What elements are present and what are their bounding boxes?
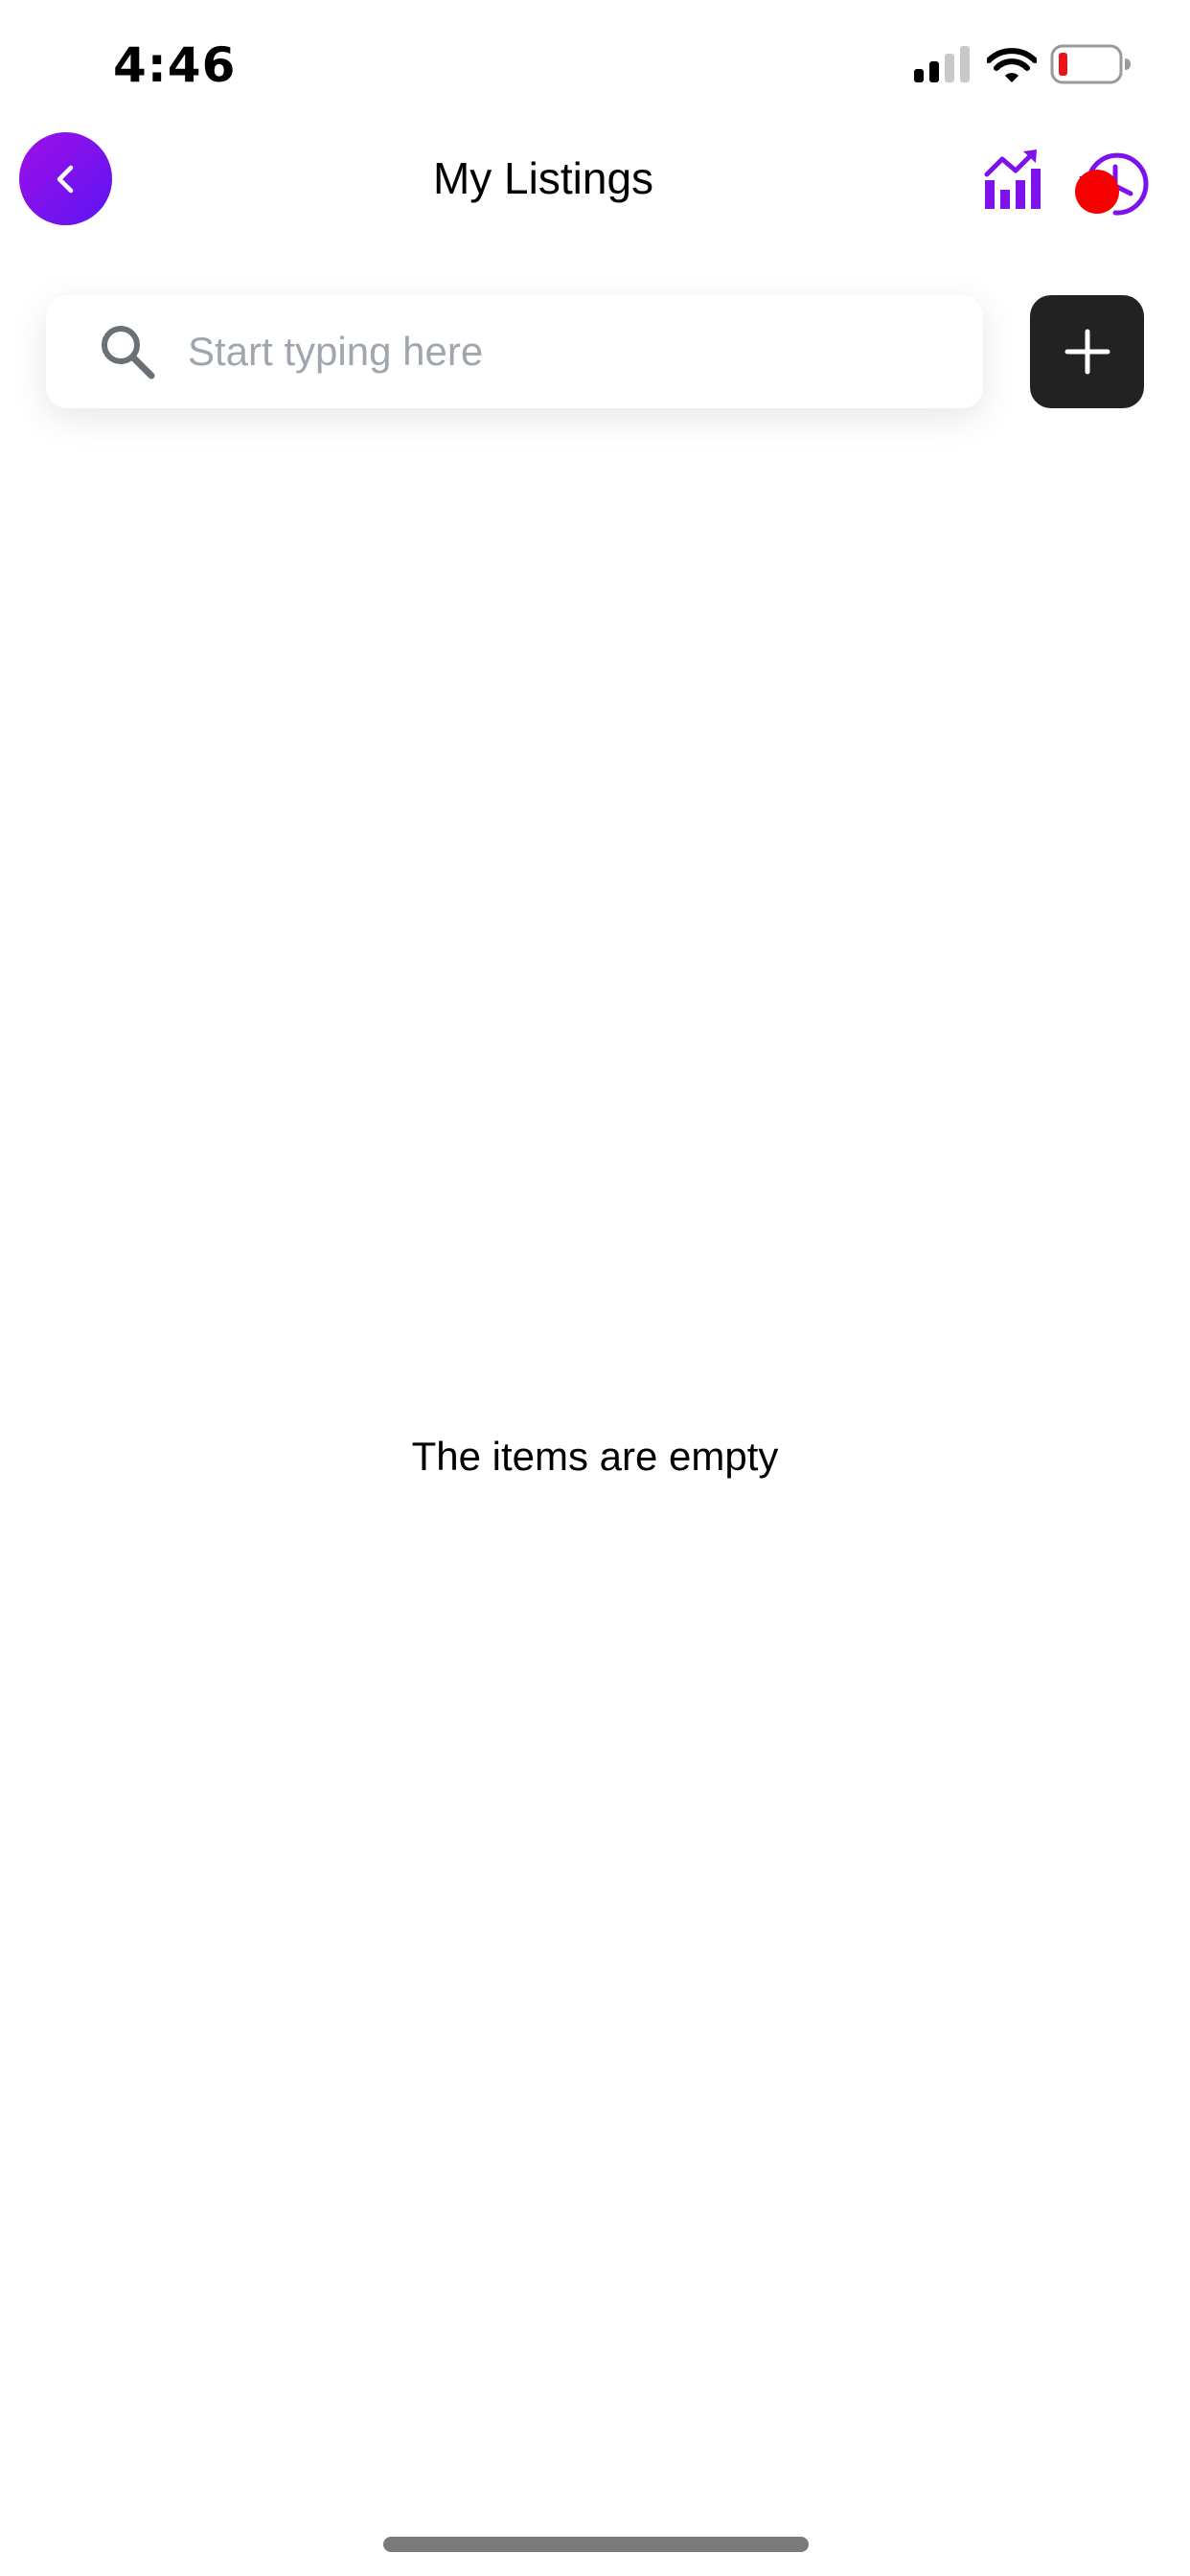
- search-input[interactable]: [188, 316, 945, 387]
- wifi-icon: [987, 48, 1037, 82]
- notification-dot: [1075, 170, 1119, 214]
- empty-state-message: The items are empty: [411, 1434, 779, 1479]
- battery-icon: [1050, 44, 1131, 84]
- plus-icon: [1064, 329, 1110, 375]
- home-indicator[interactable]: [383, 2537, 809, 2552]
- add-listing-button[interactable]: [1030, 295, 1144, 408]
- page-title: My Listings: [432, 153, 654, 203]
- status-time: 4:46: [113, 37, 237, 93]
- search-icon: [102, 326, 155, 380]
- search-bar[interactable]: [46, 295, 983, 408]
- signal-icon: [914, 46, 970, 82]
- analytics-chart-icon[interactable]: [983, 148, 1041, 209]
